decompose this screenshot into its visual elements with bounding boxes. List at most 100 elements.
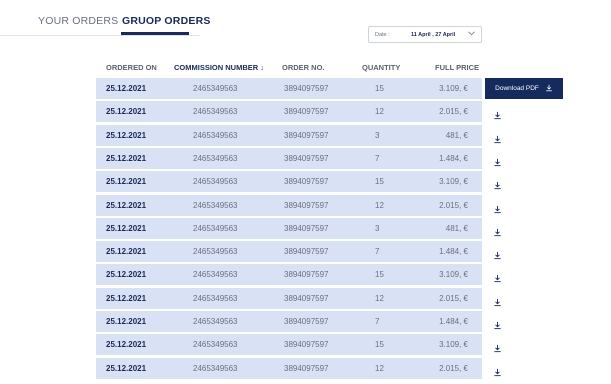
cell-ordered-on: 25.12.2021: [106, 364, 147, 373]
download-icon[interactable]: [493, 317, 503, 330]
cell-ordered-on: 25.12.2021: [106, 340, 147, 349]
chevron-down-icon: [465, 31, 475, 38]
cell-full-price: 2.015, €: [439, 201, 468, 210]
cell-ordered-on: 25.12.2021: [106, 177, 147, 186]
download-icon[interactable]: [493, 364, 503, 377]
cell-order-no: 3894097597: [284, 294, 329, 303]
cell-order-no: 3894097597: [284, 154, 329, 163]
cell-commission-number: 2465349563: [193, 154, 238, 163]
table-row[interactable]: 25.12.2021 2465349563 3894097597 12 2.015, €: [96, 101, 482, 122]
cell-quantity: 12: [375, 107, 384, 116]
cell-ordered-on: 25.12.2021: [106, 107, 147, 116]
cell-order-no: 3894097597: [284, 131, 329, 140]
cell-quantity: 15: [375, 177, 384, 186]
header-order-no[interactable]: ORDER NO.: [282, 63, 325, 72]
cell-quantity: 7: [375, 154, 380, 163]
download-pdf-label: Download PDF: [495, 85, 539, 92]
table-row[interactable]: 25.12.2021 2465349563 3894097597 15 3.109, €: [96, 171, 482, 192]
cell-full-price: 2.015, €: [439, 294, 468, 303]
cell-commission-number: 2465349563: [193, 340, 238, 349]
cell-quantity: 15: [375, 270, 384, 279]
cell-commission-number: 2465349563: [193, 131, 238, 140]
cell-full-price: 1.484, €: [439, 154, 468, 163]
header-quantity[interactable]: QUANTITY: [362, 63, 400, 72]
cell-ordered-on: 25.12.2021: [106, 294, 147, 303]
cell-commission-number: 2465349563: [193, 247, 238, 256]
download-icon[interactable]: [493, 177, 503, 190]
active-tab-indicator: [121, 32, 189, 35]
tabs-divider: [0, 35, 200, 36]
download-icon[interactable]: [493, 107, 503, 120]
table-row[interactable]: 25.12.2021 2465349563 3894097597 12 2.015, €: [96, 195, 482, 216]
table-row[interactable]: 25.12.2021 2465349563 3894097597 12 2.015, €: [96, 358, 482, 379]
table-row[interactable]: 25.12.2021 2465349563 3894097597 7 1.484, €: [96, 241, 482, 262]
cell-quantity: 7: [375, 317, 380, 326]
header-ordered-on[interactable]: ORDERED ON: [106, 63, 157, 72]
cell-full-price: 2.015, €: [439, 364, 468, 373]
download-icon[interactable]: [493, 247, 503, 260]
date-filter-label: Date :: [375, 31, 390, 38]
cell-order-no: 3894097597: [284, 340, 329, 349]
table-row[interactable]: 25.12.2021 2465349563 3894097597 7 1.484, €: [96, 148, 482, 169]
cell-order-no: 3894097597: [284, 270, 329, 279]
download-icon[interactable]: [493, 340, 503, 353]
cell-commission-number: 2465349563: [193, 224, 238, 233]
cell-quantity: 7: [375, 247, 380, 256]
tab-group-orders[interactable]: GRUOP ORDERS: [122, 15, 211, 27]
cell-commission-number: 2465349563: [193, 201, 238, 210]
header-commission-number[interactable]: COMMISSION NUMBER ↓: [174, 63, 264, 72]
cell-ordered-on: 25.12.2021: [106, 317, 147, 326]
order-tabs: YOUR ORDERS GRUOP ORDERS: [0, 0, 611, 36]
cell-order-no: 3894097597: [284, 364, 329, 373]
cell-quantity: 3: [375, 224, 380, 233]
cell-commission-number: 2465349563: [193, 84, 238, 93]
table-row[interactable]: 25.12.2021 2465349563 3894097597 15 3.109, €: [96, 334, 482, 355]
cell-quantity: 12: [375, 294, 384, 303]
table-row[interactable]: 25.12.2021 2465349563 3894097597 12 2.015, €: [96, 288, 482, 309]
cell-commission-number: 2465349563: [193, 177, 238, 186]
cell-order-no: 3894097597: [284, 107, 329, 116]
cell-order-no: 3894097597: [284, 317, 329, 326]
cell-quantity: 3: [375, 131, 380, 140]
table-row[interactable]: 25.12.2021 2465349563 3894097597 15 3.109, €: [96, 78, 482, 99]
download-icon: [545, 84, 553, 94]
tab-your-orders[interactable]: YOUR ORDERS: [38, 15, 118, 27]
cell-commission-number: 2465349563: [193, 270, 238, 279]
download-icon[interactable]: [493, 131, 503, 144]
cell-order-no: 3894097597: [284, 177, 329, 186]
header-full-price[interactable]: FULL PRICE: [435, 63, 479, 72]
cell-full-price: 2.015, €: [439, 107, 468, 116]
cell-commission-number: 2465349563: [193, 317, 238, 326]
cell-quantity: 12: [375, 201, 384, 210]
cell-order-no: 3894097597: [284, 84, 329, 93]
download-pdf-button[interactable]: Download PDF: [485, 78, 563, 99]
download-icon[interactable]: [493, 154, 503, 167]
download-icon[interactable]: [493, 201, 503, 214]
table-row[interactable]: 25.12.2021 2465349563 3894097597 3 481, €: [96, 218, 482, 239]
cell-ordered-on: 25.12.2021: [106, 154, 147, 163]
cell-full-price: 3.109, €: [439, 177, 468, 186]
download-icon[interactable]: [493, 294, 503, 307]
cell-ordered-on: 25.12.2021: [106, 247, 147, 256]
cell-quantity: 12: [375, 364, 384, 373]
cell-ordered-on: 25.12.2021: [106, 84, 147, 93]
cell-commission-number: 2465349563: [193, 364, 238, 373]
cell-order-no: 3894097597: [284, 224, 329, 233]
cell-commission-number: 2465349563: [193, 294, 238, 303]
table-header: ORDERED ON COMMISSION NUMBER ↓ ORDER NO.…: [96, 60, 482, 74]
cell-full-price: 3.109, €: [439, 340, 468, 349]
cell-quantity: 15: [375, 340, 384, 349]
download-icon[interactable]: [493, 270, 503, 283]
date-range-select[interactable]: Date : 11 April , 27 April: [368, 26, 482, 43]
table-row[interactable]: 25.12.2021 2465349563 3894097597 15 3.109, €: [96, 264, 482, 285]
cell-ordered-on: 25.12.2021: [106, 224, 147, 233]
cell-quantity: 15: [375, 84, 384, 93]
cell-ordered-on: 25.12.2021: [106, 201, 147, 210]
cell-full-price: 481, €: [445, 224, 468, 233]
table-row[interactable]: 25.12.2021 2465349563 3894097597 7 1.484, €: [96, 311, 482, 332]
download-icon[interactable]: [493, 224, 503, 237]
table-row[interactable]: 25.12.2021 2465349563 3894097597 3 481, €: [96, 125, 482, 146]
cell-ordered-on: 25.12.2021: [106, 270, 147, 279]
cell-ordered-on: 25.12.2021: [106, 131, 147, 140]
cell-full-price: 3.109, €: [439, 270, 468, 279]
